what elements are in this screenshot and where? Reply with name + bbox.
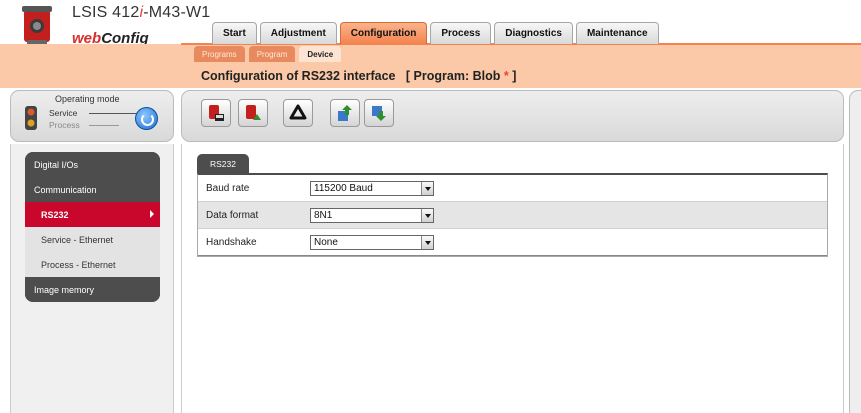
tab-configuration[interactable]: Configuration [339, 22, 428, 44]
operating-mode-panel: Operating mode Service Process [10, 90, 174, 142]
baud-rate-select[interactable]: 115200 Baud [310, 180, 434, 196]
tab-rs232[interactable]: RS232 [197, 154, 249, 173]
tab-start[interactable]: Start [212, 22, 257, 44]
download-icon[interactable] [364, 99, 394, 127]
toolbar [181, 90, 844, 142]
mode-process-label: Process [49, 120, 80, 130]
device-logo-icon [18, 4, 58, 48]
chevron-down-icon[interactable] [421, 181, 433, 195]
tab-diagnostics[interactable]: Diagnostics [494, 22, 573, 44]
sub-tabs: Programs Program Device [194, 46, 342, 62]
sidebar-item-rs232[interactable]: RS232 [25, 202, 160, 227]
setting-row-baud-rate: Baud rate 115200 Baud [198, 175, 827, 202]
chevron-right-icon [150, 210, 154, 218]
data-format-select[interactable]: 8N1 [310, 207, 434, 223]
tab-adjustment[interactable]: Adjustment [259, 22, 337, 44]
sidebar-item-digital-ios[interactable]: Digital I/Os [25, 152, 160, 177]
handshake-select[interactable]: None [310, 234, 434, 250]
upload-icon[interactable] [330, 99, 360, 127]
sidebar-item-label: RS232 [41, 209, 69, 220]
subtab-device[interactable]: Device [299, 46, 342, 62]
chevron-down-icon[interactable] [421, 208, 433, 222]
setting-row-handshake: Handshake None [198, 229, 827, 256]
traffic-light-icon [25, 106, 37, 130]
baud-rate-value: 115200 Baud [314, 182, 373, 194]
tab-maintenance[interactable]: Maintenance [575, 22, 659, 44]
sidebar-item-image-memory[interactable]: Image memory [25, 277, 160, 302]
subtab-programs[interactable]: Programs [194, 46, 245, 62]
baud-rate-label: Baud rate [206, 182, 250, 194]
subtab-band [0, 44, 861, 62]
page-title: Configuration of RS232 interface [ Progr… [201, 69, 517, 83]
right-panel [849, 90, 861, 413]
subtab-program[interactable]: Program [248, 46, 296, 62]
recycle-icon[interactable] [283, 99, 313, 127]
product-name: LSIS 412i-M43-W1 [72, 4, 211, 21]
chevron-down-icon[interactable] [421, 235, 433, 249]
handshake-label: Handshake [206, 236, 257, 248]
tab-process[interactable]: Process [430, 22, 492, 44]
sidebar-item-process-ethernet[interactable]: Process - Ethernet [25, 252, 160, 277]
handshake-value: None [314, 236, 338, 248]
device-red-icon[interactable] [201, 99, 231, 127]
setting-row-data-format: Data format 8N1 [198, 202, 827, 229]
sidebar-item-communication[interactable]: Communication [25, 177, 160, 202]
mode-service-label: Service [49, 108, 78, 118]
data-format-label: Data format [206, 209, 259, 221]
operating-mode-title: Operating mode [55, 94, 120, 104]
main-tabs: Start Adjustment Configuration Process D… [212, 22, 659, 44]
sidebar-item-service-ethernet[interactable]: Service - Ethernet [25, 227, 160, 252]
settings-table: Baud rate 115200 Baud Data format 8N1 Ha… [197, 173, 828, 257]
mode-toggle-button[interactable] [135, 107, 158, 130]
device-green-icon[interactable] [238, 99, 268, 127]
sidebar-nav: Digital I/Os Communication RS232 Service… [25, 152, 160, 302]
data-format-value: 8N1 [314, 209, 333, 221]
